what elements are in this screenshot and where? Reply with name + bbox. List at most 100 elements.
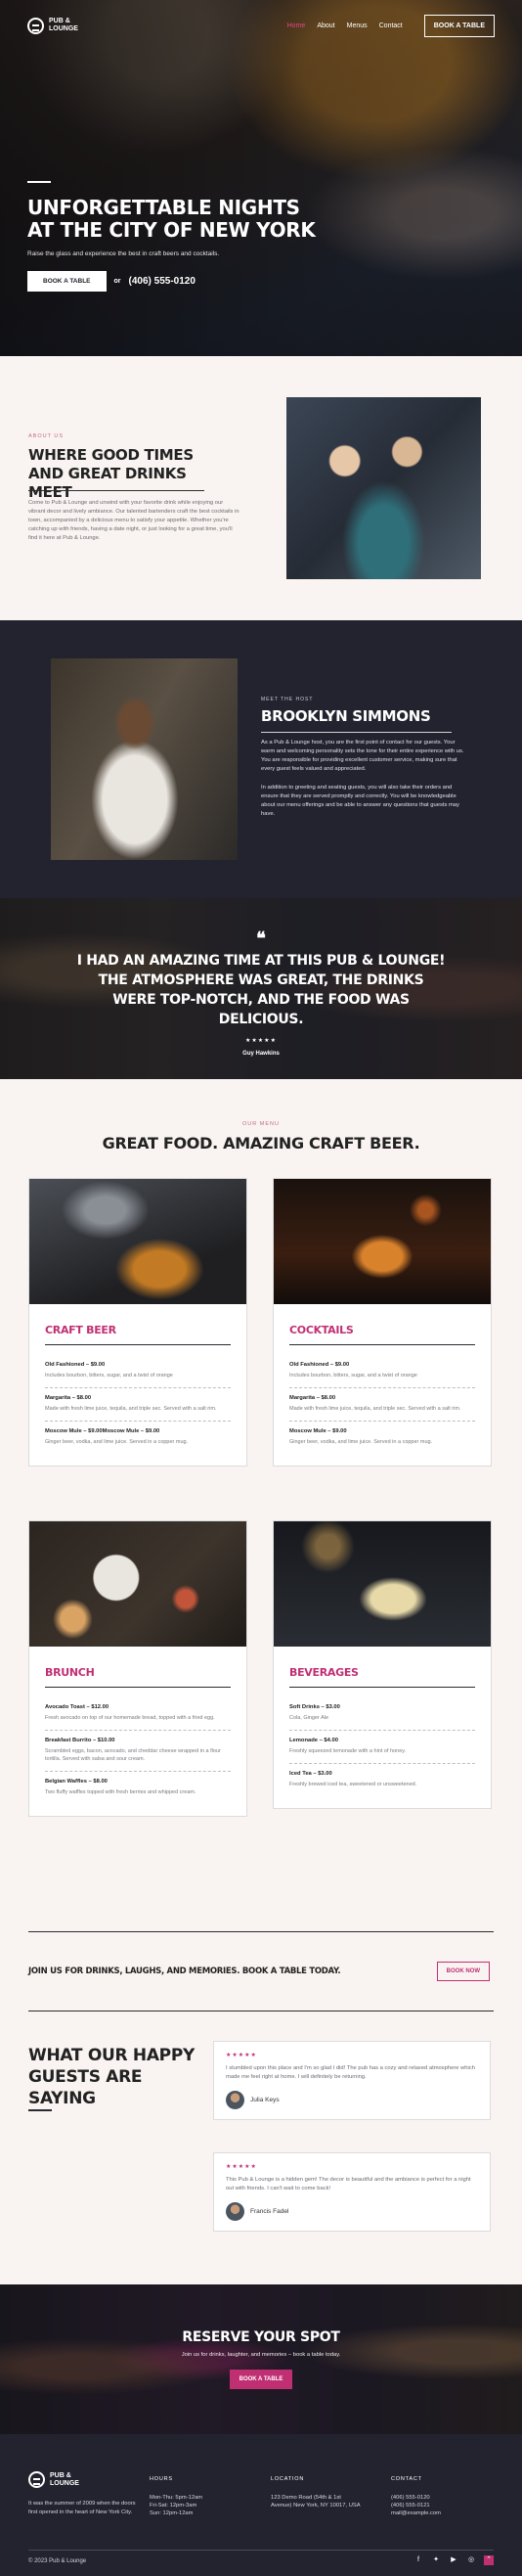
card-title: Cocktails bbox=[289, 1324, 354, 1336]
menu-item-name: Belgian Waffles – $8.00 bbox=[45, 1779, 108, 1785]
menu-item-desc: Two fluffy waffles topped with fresh ber… bbox=[45, 1789, 196, 1795]
cta-top-divider bbox=[28, 1931, 494, 1932]
review-card: ★★★★★ I stumbled upon this place and I'm… bbox=[213, 2041, 491, 2120]
scroll-top-icon[interactable]: ⌃ bbox=[484, 2555, 494, 2565]
menu-item-name: Breakfast Burrito – $10.00 bbox=[45, 1738, 115, 1743]
avatar bbox=[226, 2202, 244, 2221]
menu-card-brunch: Brunch Avocado Toast – $12.00 Fresh avoca… bbox=[28, 1520, 247, 1817]
footer: Pub & Lounge It was the summer of 2009 w… bbox=[0, 2434, 522, 2576]
reviews-section: What Our Happy Guests Are Saying ★★★★★ I… bbox=[0, 2031, 522, 2284]
host-paragraph-1: As a Pub & Lounge host, you are the firs… bbox=[261, 740, 464, 772]
review-card: ★★★★★ This Pub & Lounge is a hidden gem!… bbox=[213, 2152, 491, 2232]
menu-item: Breakfast Burrito – $10.00 Scrambled eggs… bbox=[45, 1731, 231, 1772]
menu-item: Belgian Waffles – $8.00 Two fluffy waffle… bbox=[45, 1772, 231, 1804]
top-nav: Pub & Lounge Home About Menus Contact Bo… bbox=[27, 12, 495, 39]
testimonial-text: I had an amazing time at this Pub & Loun… bbox=[76, 953, 446, 1027]
menu-item-desc: Made with fresh lime juice, tequila, and… bbox=[45, 1406, 217, 1412]
hero-phone-link[interactable]: (406) 555-0120 bbox=[129, 276, 196, 287]
footer-heading: Contact bbox=[391, 2476, 422, 2482]
footer-phone-2[interactable]: (406) 555-0121 bbox=[391, 2502, 441, 2509]
logo[interactable]: Pub & Lounge bbox=[27, 17, 82, 34]
review-text: This Pub & Lounge is a hidden gem! The d… bbox=[226, 2177, 471, 2192]
menu-item: Iced Tea – $3.00 Freshly brewed iced tea,… bbox=[289, 1764, 475, 1796]
rating-stars: ★★★★★ bbox=[226, 2053, 257, 2058]
book-now-button[interactable]: Book Now bbox=[436, 1962, 490, 1981]
menu-item: Margarita – $8.00 Made with fresh lime ju… bbox=[45, 1388, 231, 1422]
footer-email[interactable]: mail@example.com bbox=[391, 2509, 441, 2517]
quote-icon: ❝ bbox=[256, 928, 266, 948]
footer-line: Sun: 12pm-12am bbox=[150, 2510, 194, 2516]
host-paragraph-2: In addition to greeting and seating gues… bbox=[261, 785, 459, 817]
reserve-title: Reserve Your Spot bbox=[182, 2329, 340, 2345]
hero-title: Unforgettable Nights at the City of New … bbox=[27, 196, 316, 242]
menu-item: Soft Drinks – $3.00 Cola, Ginger Ale bbox=[289, 1697, 475, 1731]
menu-item: Moscow Mule – $9.00Moscow Mule – $9.00 Gi… bbox=[45, 1422, 231, 1454]
craft-beer-image bbox=[29, 1179, 246, 1304]
menu-item-desc: Made with fresh lime juice, tequila, and… bbox=[289, 1406, 461, 1412]
menu-item-desc: Fresh avocado on top of our homemade bre… bbox=[45, 1715, 215, 1721]
logo-text: Pub & Lounge bbox=[50, 2471, 79, 2487]
about-divider bbox=[28, 490, 204, 491]
menu-item-name: Old Fashioned – $9.00 bbox=[289, 1362, 350, 1368]
menu-item: Lemonade – $4.00 Freshly squeezed lemonad… bbox=[289, 1731, 475, 1764]
logo-icon bbox=[28, 2471, 45, 2488]
footer-hours: Hours Mon-Thu: 5pm-12am Fri-Sat: 12pm-3a… bbox=[150, 2475, 202, 2517]
card-divider bbox=[45, 1687, 231, 1688]
menu-item-name: Avocado Toast – $12.00 bbox=[45, 1704, 109, 1710]
host-section: Meet the host Brooklyn Simmons As a Pub … bbox=[0, 620, 522, 898]
about-eyebrow: About us bbox=[28, 433, 65, 439]
card-title: Brunch bbox=[45, 1666, 95, 1679]
menu-item-desc: Includes bourbon, bitters, sugar, and a … bbox=[45, 1373, 173, 1378]
footer-divider bbox=[28, 2550, 494, 2551]
nav-item-menus[interactable]: Menus bbox=[347, 23, 368, 29]
footer-line: Avenue) New York, NY 10017, USA bbox=[271, 2503, 361, 2508]
menu-item-desc: Cola, Ginger Ale bbox=[289, 1715, 329, 1721]
about-title: Where Good Times and Great Drinks Meet bbox=[28, 446, 194, 501]
review-text: I stumbled upon this place and I'm so gl… bbox=[226, 2065, 475, 2080]
instagram-icon[interactable]: ◎ bbox=[466, 2555, 476, 2565]
hero-book-table-button[interactable]: Book a Table bbox=[27, 271, 107, 292]
facebook-icon[interactable]: f bbox=[413, 2555, 423, 2565]
rating-stars: ★★★★★ bbox=[245, 1038, 277, 1044]
menu-item: Old Fashioned – $9.00 Includes bourbon, b… bbox=[45, 1355, 231, 1388]
youtube-icon[interactable]: ▶ bbox=[449, 2555, 458, 2565]
menu-item-name: Iced Tea – $3.00 bbox=[289, 1771, 332, 1777]
host-eyebrow: Meet the host bbox=[261, 697, 314, 702]
cocktail-image bbox=[274, 1179, 491, 1304]
card-divider bbox=[45, 1344, 231, 1345]
nav-links: Home About Menus Contact Book a Table bbox=[287, 14, 495, 37]
hero-subtitle: Raise the glass and experience the best … bbox=[27, 250, 220, 257]
reviews-divider bbox=[28, 2109, 52, 2111]
nav-item-about[interactable]: About bbox=[317, 23, 334, 29]
copyright: © 2023 Pub & Lounge bbox=[28, 2558, 87, 2564]
reviewer-name: Francis Fadel bbox=[250, 2208, 289, 2215]
nav-book-table-button[interactable]: Book a Table bbox=[423, 14, 495, 37]
card-divider bbox=[289, 1687, 475, 1688]
menu-item-desc: Ginger beer, vodka, and lime juice. Serv… bbox=[45, 1439, 189, 1445]
hero-content: Unforgettable Nights at the City of New … bbox=[27, 181, 321, 292]
footer-phone-1[interactable]: (406) 555-0120 bbox=[391, 2494, 441, 2502]
menu-item-desc: Scrambled eggs, bacon, avocado, and ched… bbox=[45, 1748, 221, 1762]
cta-text: Join us for drinks, laughs, and memories… bbox=[28, 1966, 341, 1976]
twitter-icon[interactable]: ✦ bbox=[431, 2555, 441, 2565]
footer-heading: Hours bbox=[150, 2476, 173, 2482]
menu-title: Great Food. Amazing Craft Beer. bbox=[102, 1134, 420, 1152]
hero-divider bbox=[27, 181, 51, 183]
nav-item-contact[interactable]: Contact bbox=[379, 23, 403, 29]
menu-item-name: Moscow Mule – $9.00 bbox=[289, 1428, 347, 1434]
footer-line: Fri-Sat: 12pm-3am bbox=[150, 2503, 197, 2508]
nav-item-home[interactable]: Home bbox=[287, 23, 306, 29]
logo-text: Pub & Lounge bbox=[49, 18, 78, 32]
footer-logo[interactable]: Pub & Lounge bbox=[28, 2471, 83, 2488]
avatar bbox=[226, 2091, 244, 2109]
reviewer-name: Julia Keys bbox=[250, 2097, 280, 2103]
reserve-book-table-button[interactable]: Book a Table bbox=[229, 2370, 293, 2389]
menu-item-name: Soft Drinks – $3.00 bbox=[289, 1704, 340, 1710]
card-divider bbox=[289, 1344, 475, 1345]
cta-strip: Join us for drinks, laughs, and memories… bbox=[0, 1913, 522, 2031]
hero-section: Pub & Lounge Home About Menus Contact Bo… bbox=[0, 0, 522, 356]
menu-card-cocktails: Cocktails Old Fashioned – $9.00 Includes … bbox=[273, 1178, 492, 1467]
reviews-title: What Our Happy Guests Are Saying bbox=[28, 2046, 196, 2108]
menu-item: Avocado Toast – $12.00 Fresh avocado on t… bbox=[45, 1697, 231, 1731]
about-section: About us Where Good Times and Great Drin… bbox=[0, 356, 522, 620]
